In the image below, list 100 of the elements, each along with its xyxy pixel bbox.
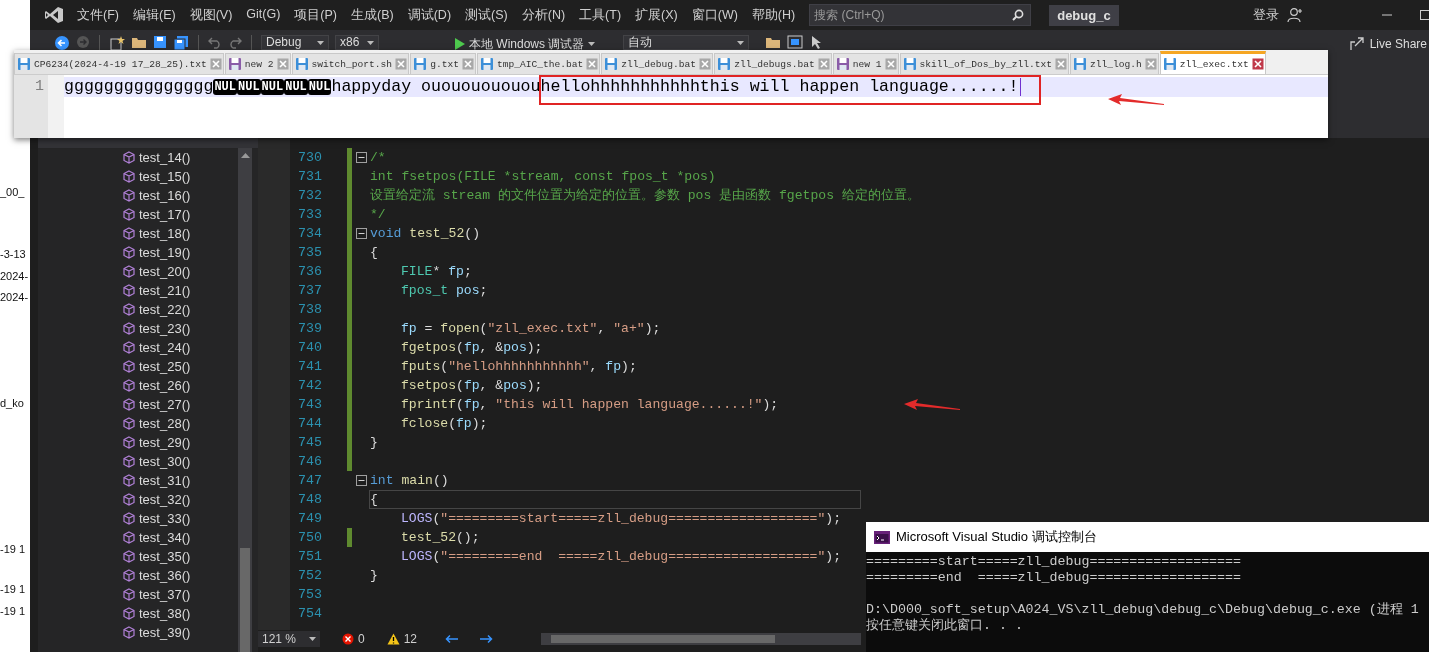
- close-icon[interactable]: [461, 58, 474, 70]
- tree-item[interactable]: test_17(): [38, 205, 238, 224]
- cube-icon: [123, 284, 135, 297]
- new-item-icon[interactable]: [109, 35, 125, 51]
- close-icon[interactable]: [1144, 58, 1157, 70]
- menu-item[interactable]: 视图(V): [189, 6, 233, 24]
- close-icon[interactable]: [1054, 58, 1067, 70]
- configuration-dropdown[interactable]: Debug: [261, 35, 329, 50]
- warnings-indicator[interactable]: 12: [386, 632, 418, 646]
- tree-item[interactable]: test_39(): [38, 623, 238, 642]
- zoom-dropdown[interactable]: 121 %: [258, 631, 320, 647]
- close-icon[interactable]: [586, 58, 599, 70]
- menu-item[interactable]: 调试(D): [407, 6, 452, 24]
- tree-item[interactable]: test_18(): [38, 224, 238, 243]
- back-arrow-icon[interactable]: [445, 634, 460, 644]
- console-text: =========start=====zll_debug===================: [866, 554, 1243, 570]
- tree-item[interactable]: test_35(): [38, 547, 238, 566]
- tree-item[interactable]: test_33(): [38, 509, 238, 528]
- menu-item[interactable]: 帮助(H): [751, 6, 796, 24]
- line-number: 732: [297, 188, 322, 203]
- tree-item[interactable]: test_22(): [38, 300, 238, 319]
- search-field[interactable]: 搜索 (Ctrl+Q): [809, 4, 1032, 26]
- menu-item[interactable]: 文件(F): [77, 6, 119, 24]
- undo-icon[interactable]: [208, 35, 222, 49]
- line-number: 742: [297, 378, 322, 393]
- menu-item[interactable]: 窗口(W): [691, 6, 738, 24]
- menu-item[interactable]: 编辑(E): [132, 6, 176, 24]
- tree-item[interactable]: test_31(): [38, 471, 238, 490]
- scrollbar[interactable]: [541, 633, 862, 645]
- errors-indicator[interactable]: 0: [342, 632, 365, 646]
- cube-icon: [123, 246, 135, 259]
- file-tab[interactable]: zll_debugs.bat: [714, 53, 832, 74]
- cube-icon: [123, 531, 135, 544]
- menu-item[interactable]: 项目(P): [294, 6, 337, 24]
- line-number: 750: [297, 530, 322, 545]
- file-tab[interactable]: zll_log.h: [1069, 53, 1159, 74]
- file-tab[interactable]: g.txt: [410, 53, 476, 74]
- close-icon[interactable]: [209, 58, 222, 70]
- tree-item[interactable]: test_25(): [38, 357, 238, 376]
- menu-item[interactable]: 分析(N): [521, 6, 566, 24]
- tree-item[interactable]: test_36(): [38, 566, 238, 585]
- file-tab[interactable]: zll_debug.bat: [601, 53, 714, 74]
- tree-item[interactable]: test_19(): [38, 243, 238, 262]
- tree-item[interactable]: test_27(): [38, 395, 238, 414]
- file-tab[interactable]: zll_exec.txt: [1159, 51, 1266, 74]
- person-icon[interactable]: [1286, 7, 1303, 23]
- close-icon[interactable]: [395, 58, 408, 70]
- close-icon[interactable]: [884, 58, 897, 70]
- redo-icon[interactable]: [228, 35, 242, 49]
- tree-item[interactable]: test_16(): [38, 186, 238, 205]
- scrollbar[interactable]: [238, 148, 252, 652]
- app-logo-icon[interactable]: [44, 5, 64, 25]
- scroll-thumb[interactable]: [240, 548, 250, 652]
- menu-item[interactable]: 生成(B): [351, 6, 394, 24]
- run-button[interactable]: 本地 Windows 调试器: [455, 35, 596, 53]
- scroll-thumb[interactable]: [551, 635, 776, 643]
- tree-item[interactable]: test_23(): [38, 319, 238, 338]
- file-tab[interactable]: new 1: [832, 53, 899, 74]
- menu-item[interactable]: 测试(S): [465, 6, 508, 24]
- close-icon[interactable]: [1251, 58, 1264, 70]
- platform-dropdown[interactable]: x86: [335, 35, 379, 50]
- file-tab[interactable]: switch_port.sh: [291, 53, 410, 74]
- window-icon[interactable]: [787, 35, 804, 49]
- file-tab[interactable]: new 2: [224, 53, 291, 74]
- menu-item[interactable]: 工具(T): [579, 6, 622, 24]
- close-icon[interactable]: [276, 58, 289, 70]
- tree-item[interactable]: test_34(): [38, 528, 238, 547]
- tree-item[interactable]: test_37(): [38, 585, 238, 604]
- save-icon[interactable]: [153, 35, 167, 49]
- back-icon[interactable]: [54, 35, 70, 51]
- scroll-up-icon[interactable]: [240, 153, 250, 158]
- file-tab[interactable]: CP6234(2024-4-19 17_28_25).txt: [14, 53, 224, 74]
- tree-item[interactable]: test_29(): [38, 433, 238, 452]
- maximize-icon[interactable]: [1420, 10, 1429, 20]
- tree-item[interactable]: test_30(): [38, 452, 238, 471]
- menu-item[interactable]: Git(G): [246, 6, 281, 24]
- collapse-icon[interactable]: [356, 228, 367, 239]
- tree-item[interactable]: test_38(): [38, 604, 238, 623]
- close-icon[interactable]: [699, 58, 712, 70]
- forward-arrow-icon[interactable]: [479, 634, 494, 644]
- tree-item[interactable]: test_24(): [38, 338, 238, 357]
- sign-in-link[interactable]: 登录: [1252, 6, 1279, 24]
- tree-item[interactable]: test_26(): [38, 376, 238, 395]
- collapse-icon[interactable]: [356, 152, 367, 163]
- live-share-button[interactable]: Live Share: [1349, 35, 1429, 53]
- tree-item[interactable]: test_21(): [38, 281, 238, 300]
- tree-item[interactable]: test_14(): [38, 148, 238, 167]
- forward-icon[interactable]: [76, 35, 90, 49]
- tree-item[interactable]: test_28(): [38, 414, 238, 433]
- close-icon[interactable]: [817, 58, 830, 70]
- file-tab[interactable]: tmp_AIC_the.bat: [476, 53, 601, 74]
- target-dropdown[interactable]: 自动: [623, 35, 750, 50]
- line-number: 730: [297, 150, 322, 165]
- collapse-icon[interactable]: [356, 475, 367, 486]
- file-tab[interactable]: skill_of_Dos_by_zll.txt: [899, 53, 1069, 74]
- menu-item[interactable]: 扩展(X): [635, 6, 678, 24]
- save-all-icon[interactable]: [173, 35, 189, 51]
- tree-item[interactable]: test_15(): [38, 167, 238, 186]
- tree-item[interactable]: test_32(): [38, 490, 238, 509]
- tree-item[interactable]: test_20(): [38, 262, 238, 281]
